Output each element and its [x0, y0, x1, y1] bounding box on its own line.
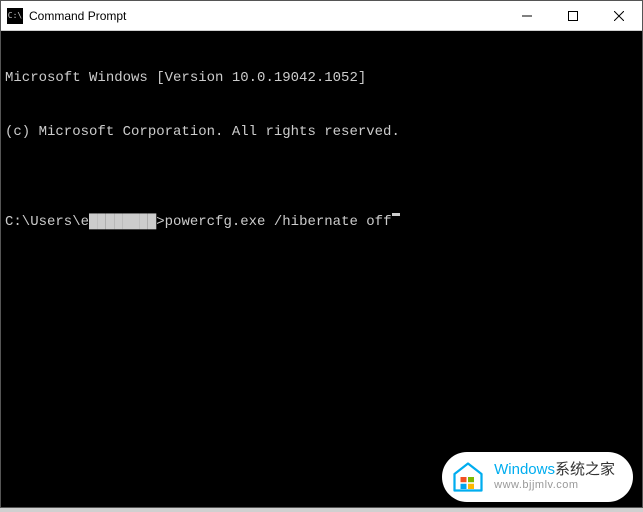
- cmd-icon: C:\: [7, 8, 23, 24]
- command-prompt-window: C:\ Command Prompt Microsoft Windows [Ve…: [0, 0, 643, 508]
- close-icon: [614, 11, 624, 21]
- terminal-output-line: (c) Microsoft Corporation. All rights re…: [5, 123, 638, 141]
- house-logo-icon: [450, 459, 486, 495]
- minimize-button[interactable]: [504, 1, 550, 30]
- close-button[interactable]: [596, 1, 642, 30]
- text-cursor: [392, 213, 400, 216]
- prompt-suffix: >: [156, 213, 164, 231]
- window-controls: [504, 1, 642, 30]
- terminal-prompt-line: C:\Users\e████████>powercfg.exe /hiberna…: [5, 213, 638, 231]
- minimize-icon: [522, 11, 532, 21]
- terminal-output-line: Microsoft Windows [Version 10.0.19042.10…: [5, 69, 638, 87]
- redacted-username: ████████: [89, 213, 156, 231]
- window-title: Command Prompt: [29, 9, 504, 23]
- prompt-path-start: C:\Users\e: [5, 213, 89, 231]
- terminal-area[interactable]: Microsoft Windows [Version 10.0.19042.10…: [1, 31, 642, 507]
- watermark-badge: Windows系统之家 www.bjjmlv.com: [442, 452, 633, 502]
- watermark-text: Windows系统之家 www.bjjmlv.com: [494, 461, 615, 492]
- maximize-button[interactable]: [550, 1, 596, 30]
- watermark-brand: Windows系统之家: [494, 461, 615, 479]
- maximize-icon: [568, 11, 578, 21]
- titlebar[interactable]: C:\ Command Prompt: [1, 1, 642, 31]
- watermark-url: www.bjjmlv.com: [494, 479, 615, 492]
- typed-command: powercfg.exe /hibernate off: [165, 213, 392, 231]
